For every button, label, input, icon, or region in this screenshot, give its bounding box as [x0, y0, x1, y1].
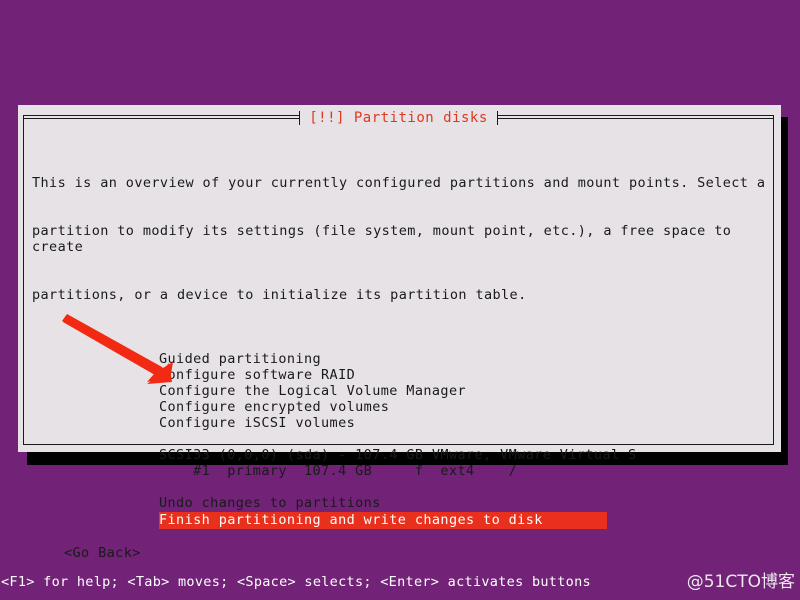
menu-item-configure-encrypted-volumes[interactable]: Configure encrypted volumes — [159, 399, 774, 415]
partition-menu-list: Guided partitioning Configure software R… — [23, 351, 774, 431]
dialog-button-row: <Go Back> — [23, 545, 774, 561]
menu-item-configure-iscsi-volumes[interactable]: Configure iSCSI volumes — [159, 415, 774, 431]
partition-disks-dialog: [!!] Partition disks This is an overview… — [18, 105, 781, 561]
go-back-button[interactable]: <Go Back> — [64, 545, 141, 561]
menu-item-configure-lvm[interactable]: Configure the Logical Volume Manager — [159, 383, 774, 399]
intro-line: partition to modify its settings (file s… — [32, 223, 740, 255]
partition-action-list: Undo changes to partitions Finish partit… — [23, 495, 774, 529]
intro-paragraph: This is an overview of your currently co… — [23, 143, 774, 335]
intro-line: This is an overview of your currently co… — [32, 175, 766, 191]
installer-screen: [!!] Partition disks This is an overview… — [0, 0, 800, 600]
action-finish-partitioning[interactable]: Finish partitioning and write changes to… — [159, 512, 607, 529]
disk-summary-list: SCSI33 (0,0,0) (sda) - 107.4 GB VMware, … — [23, 447, 774, 479]
action-undo-changes[interactable]: Undo changes to partitions — [159, 495, 774, 512]
keyboard-hints-text: <F1> for help; <Tab> moves; <Space> sele… — [1, 574, 591, 590]
menu-item-configure-software-raid[interactable]: Configure software RAID — [159, 367, 774, 383]
disk-partition-row[interactable]: #1 primary 107.4 GB f ext4 / — [159, 463, 774, 479]
dialog-body: This is an overview of your currently co… — [23, 115, 774, 561]
watermark-text: @51CTO博客 — [686, 572, 795, 592]
status-bar: <F1> for help; <Tab> moves; <Space> sele… — [0, 573, 800, 591]
disk-device-row[interactable]: SCSI33 (0,0,0) (sda) - 107.4 GB VMware, … — [159, 447, 774, 463]
intro-line: partitions, or a device to initialize it… — [32, 287, 527, 303]
menu-item-guided-partitioning[interactable]: Guided partitioning — [159, 351, 774, 367]
